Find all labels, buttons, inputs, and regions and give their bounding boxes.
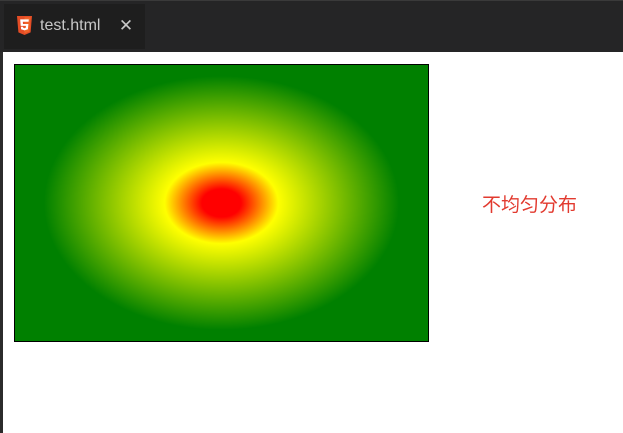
uneven-distribution-label: 不均匀分布 [482,194,578,216]
close-icon[interactable]: ✕ [117,17,135,35]
tab-label: test.html [40,17,101,34]
tab-test-html[interactable]: test.html ✕ [4,4,145,49]
html5-icon [16,16,33,35]
window-left-edge [0,52,3,433]
editor-window: test.html ✕ 不均匀分布 [0,0,623,433]
tab-bar: test.html ✕ [0,0,623,52]
radial-gradient-box [14,64,429,342]
